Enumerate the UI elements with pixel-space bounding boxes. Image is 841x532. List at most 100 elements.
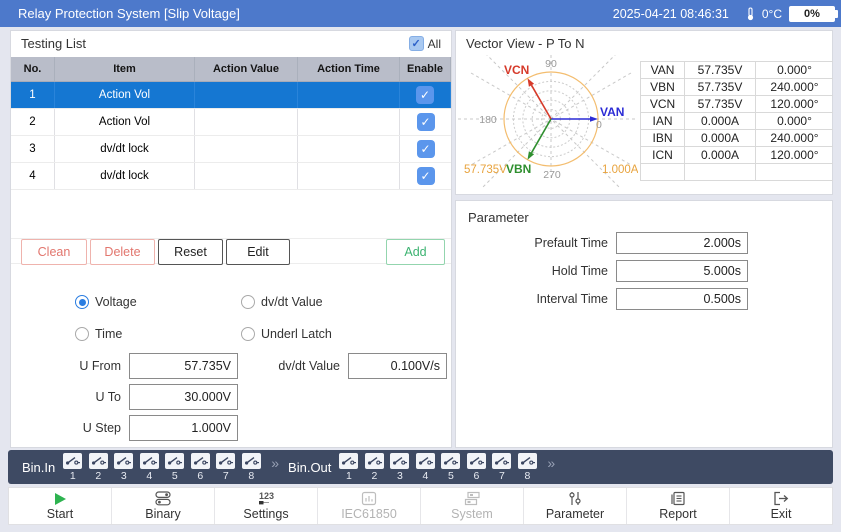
select-all-checkbox[interactable]: All	[408, 36, 441, 51]
titlebar: Relay Protection System [Slip Voltage] 2…	[0, 0, 841, 27]
angle-label-90: 90	[545, 58, 557, 70]
vcn-label: VCN	[504, 63, 529, 77]
u-to-field-row: U To	[11, 384, 238, 410]
enable-checkbox[interactable]	[416, 140, 435, 158]
open-switch-icon	[63, 452, 83, 469]
bin-in-channel: 4	[139, 452, 159, 482]
bin-in-channel: 7	[216, 452, 236, 482]
bin-out-expand-chevron[interactable]: »	[547, 455, 555, 471]
cell-item: Action Vol	[55, 82, 195, 108]
radio-time[interactable]: Time	[75, 326, 122, 342]
radio-dvdt-value[interactable]: dv/dt Value	[241, 294, 323, 310]
channel-number: 5	[171, 469, 178, 482]
bin-in-expand-chevron[interactable]: »	[271, 455, 279, 471]
list-actions: Clean Delete Reset Edit Add	[11, 238, 451, 265]
testing-list-panel: Testing List All No. Item Action Value A…	[10, 30, 452, 448]
hold-time-input[interactable]	[616, 260, 748, 282]
reset-button[interactable]: Reset	[158, 239, 223, 265]
exit-icon	[774, 491, 789, 506]
tool-label: Parameter	[545, 507, 605, 521]
settings-button[interactable]: 123 Settings	[215, 488, 318, 524]
open-switch-icon	[517, 452, 537, 469]
enable-checkbox[interactable]	[416, 167, 435, 185]
open-switch-icon	[88, 452, 108, 469]
radio-voltage[interactable]: Voltage	[75, 294, 137, 310]
exit-button[interactable]: Exit	[730, 488, 832, 524]
binary-button[interactable]: Binary	[112, 488, 215, 524]
phasor-diagram: 90 180 270 0 VCN VAN VBN 57.735V 1.000A	[458, 55, 638, 190]
dvdt-value-field-row: dv/dt Value	[251, 353, 447, 379]
iec61850-icon	[361, 491, 377, 506]
bin-out-channel: 2	[364, 452, 384, 482]
voltage-scale-label: 57.735V	[464, 164, 507, 176]
channel-number: 8	[524, 469, 531, 482]
dvdt-value-input[interactable]	[348, 353, 447, 379]
phasor-name: VCN	[641, 96, 685, 112]
open-switch-icon	[492, 452, 512, 469]
battery-percent: 0%	[804, 7, 820, 20]
open-switch-icon	[415, 452, 435, 469]
cell-no: 3	[11, 136, 55, 162]
cell-enable	[400, 82, 451, 108]
tool-label: Start	[46, 506, 74, 521]
phasor-name: VAN	[641, 62, 685, 78]
cell-no: 1	[11, 82, 55, 108]
edit-button[interactable]: Edit	[226, 239, 290, 265]
table-row[interactable]: 3 dv/dt lock	[11, 136, 451, 163]
open-switch-icon	[390, 452, 410, 469]
interval-time-input[interactable]	[616, 288, 748, 310]
col-header-action-value: Action Value	[195, 57, 298, 81]
tool-label: Binary	[145, 507, 181, 521]
delete-button[interactable]: Delete	[90, 239, 155, 265]
select-all-label: All	[427, 36, 441, 51]
channel-number: 8	[248, 469, 255, 482]
channel-number: 2	[371, 469, 378, 482]
channel-number: 4	[146, 469, 153, 482]
phasor-row-van: VAN 57.735V 0.000°	[641, 62, 833, 79]
u-from-label: U From	[79, 359, 121, 373]
tool-label: Settings	[243, 507, 289, 521]
radio-underl-latch[interactable]: Underl Latch	[241, 326, 332, 342]
parameter-title: Parameter	[468, 210, 529, 225]
add-button[interactable]: Add	[386, 239, 445, 265]
channel-number: 7	[222, 469, 229, 482]
channel-number: 7	[498, 469, 505, 482]
table-row[interactable]: 4 dv/dt lock	[11, 163, 451, 190]
enable-checkbox[interactable]	[416, 113, 435, 131]
phasor-row-empty	[641, 164, 833, 181]
open-switch-icon	[241, 452, 261, 469]
interval-time-label: Interval Time	[536, 292, 608, 306]
clean-button[interactable]: Clean	[21, 239, 87, 265]
cell-action-value	[195, 136, 298, 162]
start-button[interactable]: Start	[9, 488, 112, 524]
u-from-field-row: U From	[11, 353, 238, 379]
table-row[interactable]: 1 Action Vol	[11, 82, 451, 109]
tool-label: Report	[659, 507, 697, 521]
table-row[interactable]: 2 Action Vol	[11, 109, 451, 136]
bin-out-channel: 3	[390, 452, 410, 482]
current-scale-label: 1.000A	[602, 164, 638, 176]
report-button[interactable]: Report	[627, 488, 730, 524]
prefault-time-row: Prefault Time	[456, 232, 748, 254]
radio-icon	[241, 327, 255, 341]
play-icon	[55, 492, 66, 505]
enable-checkbox[interactable]	[416, 86, 434, 104]
bin-in-channel: 2	[88, 452, 108, 482]
tool-label: System	[451, 507, 493, 521]
u-step-label: U Step	[82, 421, 121, 435]
parameter-button[interactable]: Parameter	[524, 488, 627, 524]
cell-action-time	[298, 163, 400, 189]
prefault-time-input[interactable]	[616, 232, 748, 254]
channel-number: 6	[473, 469, 480, 482]
channel-number: 5	[447, 469, 454, 482]
clock: 2025-04-21 08:46:31	[612, 6, 729, 21]
u-step-field-row: U Step	[11, 415, 238, 441]
u-step-input[interactable]	[129, 415, 238, 441]
radio-label: Underl Latch	[261, 327, 332, 341]
phasor-angle: 240.000°	[770, 80, 819, 94]
u-from-input[interactable]	[129, 353, 238, 379]
system-button: System	[421, 488, 524, 524]
u-to-input[interactable]	[129, 384, 238, 410]
radio-label: Voltage	[95, 295, 137, 309]
col-header-no: No.	[11, 57, 55, 81]
